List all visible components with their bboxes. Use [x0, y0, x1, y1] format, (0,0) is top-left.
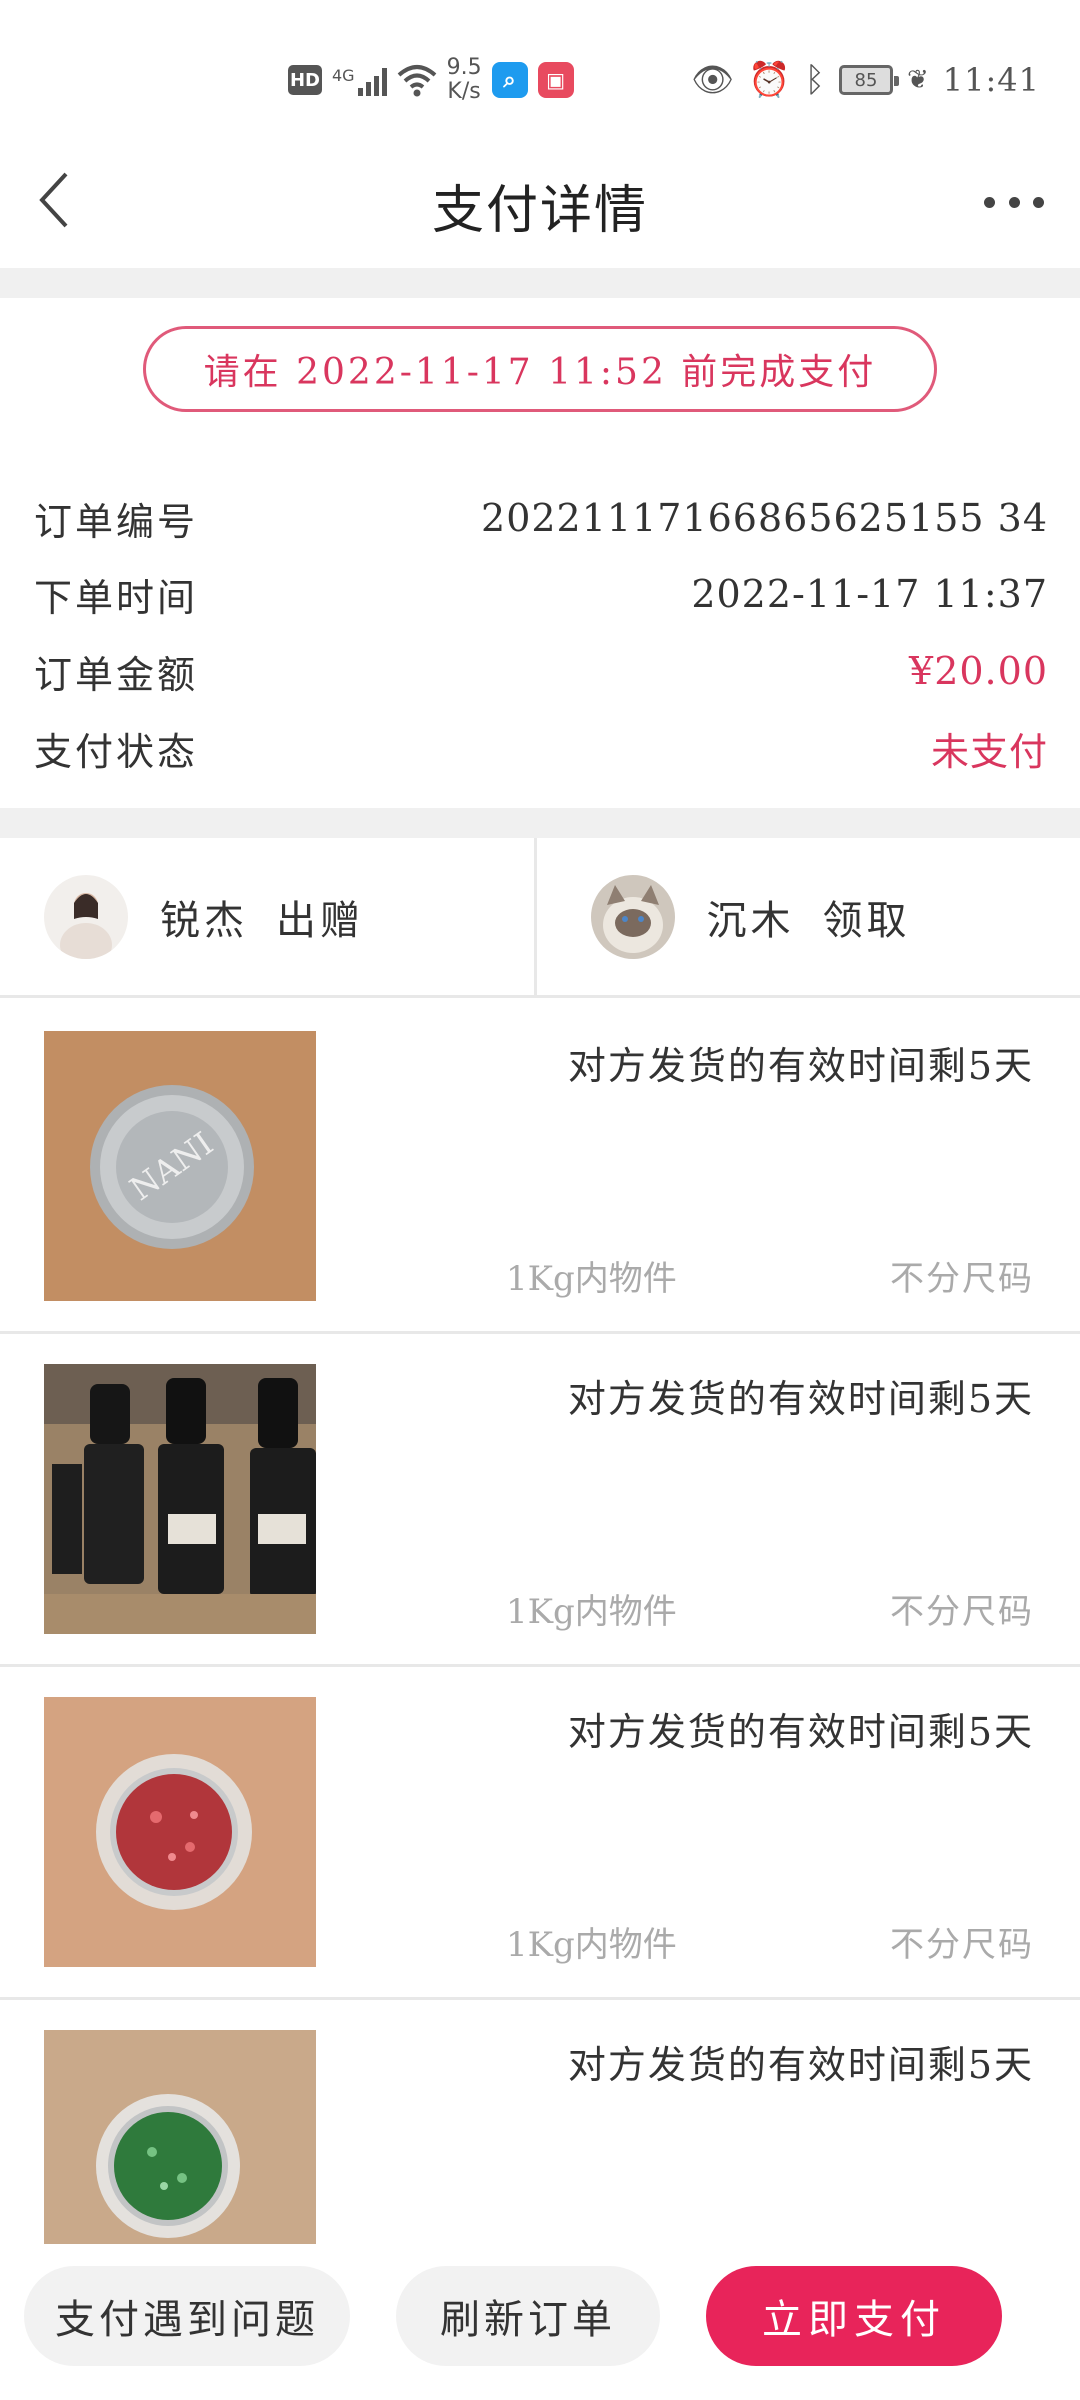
wifi-icon	[397, 65, 436, 97]
item-weight: 1Kg内物件	[506, 1259, 677, 1299]
giver-avatar	[44, 874, 128, 959]
giver-action: 出赠	[276, 897, 364, 944]
hd-icon: HD	[288, 65, 322, 95]
item-size: 不分尺码	[890, 1925, 1034, 1965]
more-dot-icon	[1008, 196, 1020, 208]
item-image	[44, 1364, 316, 1634]
order-amount-value: ¥20.00	[909, 649, 1048, 693]
search-app-icon: ⌕	[491, 62, 528, 98]
item-card[interactable]: NANI 对方发货的有效时间剩5天 1Kg内物件 不分尺码	[0, 1001, 1080, 1334]
more-options-button[interactable]	[984, 182, 1044, 222]
section-divider	[0, 808, 1080, 838]
network-type-label: 4G	[332, 66, 355, 85]
status-bar: HD 4G 9.5 K/s ⌕ ▣ 👁 ⏰ ᛒ 85 ❦ 11:41	[0, 0, 1080, 150]
receiver-action: 领取	[822, 897, 911, 944]
network-speed: 9.5 K/s	[446, 55, 482, 104]
clock: 11:41	[942, 61, 1040, 99]
eye-icon: 👁	[691, 60, 735, 100]
item-title: 对方发货的有效时间剩5天	[567, 1710, 1034, 1754]
giver-name: 锐杰	[160, 897, 248, 944]
order-time-value: 2022-11-17 11:37	[691, 572, 1048, 616]
order-time-label: 下单时间	[34, 575, 199, 620]
refresh-order-button[interactable]: 刷新订单	[396, 2266, 660, 2366]
page-title: 支付详情	[431, 181, 648, 241]
item-title: 对方发货的有效时间剩5天	[567, 1377, 1034, 1421]
item-size: 不分尺码	[890, 1592, 1034, 1632]
bluetooth-icon: ᛒ	[804, 60, 825, 100]
signal-icon: 4G	[332, 64, 387, 96]
item-weight: 1Kg内物件	[506, 1925, 677, 1965]
more-dot-icon	[984, 196, 995, 208]
status-left: HD 4G 9.5 K/s ⌕ ▣	[288, 56, 574, 104]
receiver-cell[interactable]: 沉木 领取	[533, 838, 1080, 995]
item-card[interactable]: 对方发货的有效时间剩5天 1Kg内物件 不分尺码	[0, 1667, 1080, 2000]
payment-problem-button[interactable]: 支付遇到问题	[24, 2266, 350, 2366]
giver-cell[interactable]: 锐杰 出赠	[0, 838, 534, 995]
payment-deadline-banner: 请在 2022-11-17 11:52 前完成支付	[143, 326, 937, 412]
order-number-row: 订单编号 20221117166865625155 34	[34, 488, 1048, 548]
receiver-avatar	[590, 874, 675, 959]
status-right: 👁 ⏰ ᛒ 85 ❦ 11:41	[691, 56, 1040, 104]
more-dot-icon	[1033, 196, 1044, 208]
alarm-icon: ⏰	[748, 60, 791, 100]
bottom-action-bar: 支付遇到问题 刷新订单 立即支付	[0, 2244, 1080, 2400]
book-app-icon: ▣	[537, 62, 574, 98]
leaf-icon: ❦	[906, 65, 929, 95]
payment-status-label: 支付状态	[34, 729, 199, 774]
item-size: 不分尺码	[890, 1259, 1034, 1299]
battery-icon: 85	[838, 65, 899, 95]
item-card[interactable]: 对方发货的有效时间剩5天 1Kg内物件 不分尺码	[0, 1334, 1080, 1667]
section-divider	[0, 268, 1080, 298]
order-amount-row: 订单金额 ¥20.00	[34, 641, 1048, 701]
order-number-value: 20221117166865625155 34	[481, 496, 1048, 540]
payment-status-row: 支付状态 未支付	[34, 718, 1048, 778]
item-weight: 1Kg内物件	[506, 1592, 677, 1632]
order-time-row: 下单时间 2022-11-17 11:37	[34, 564, 1048, 624]
receiver-name: 沉木	[706, 897, 795, 944]
order-number-label: 订单编号	[34, 499, 199, 544]
navigation-header: 支付详情	[0, 150, 1080, 268]
participants-row: 锐杰 出赠 沉木 领取	[0, 838, 1080, 998]
item-title: 对方发货的有效时间剩5天	[567, 2043, 1034, 2087]
item-image	[44, 2030, 316, 2244]
item-image: NANI	[44, 1031, 316, 1301]
item-title: 对方发货的有效时间剩5天	[567, 1044, 1034, 1088]
item-image	[44, 1697, 316, 1967]
pay-now-button[interactable]: 立即支付	[706, 2266, 1002, 2366]
payment-status-value: 未支付	[930, 729, 1048, 774]
order-amount-label: 订单金额	[34, 652, 199, 697]
